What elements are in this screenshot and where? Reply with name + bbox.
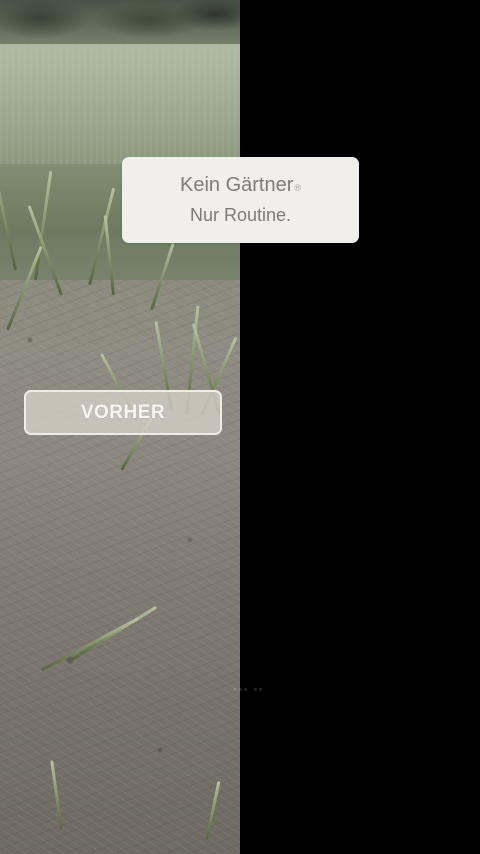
headline-line-1: Kein Gärtner® xyxy=(180,172,301,202)
headline-line-2: Nur Routine. xyxy=(189,205,292,225)
background-lawn xyxy=(0,44,240,164)
before-after-stage: Kein Gärtner® Nur Routine. VORHER ▪▪▪ ▪▪ xyxy=(0,0,480,854)
before-label: VORHER xyxy=(24,390,222,435)
registered-mark: ® xyxy=(294,183,302,193)
watermark: ▪▪▪ ▪▪ xyxy=(233,682,264,696)
grass-blade xyxy=(0,152,17,271)
background-trees xyxy=(0,0,240,46)
headline-card: Kein Gärtner® Nur Routine. xyxy=(122,157,359,243)
headline-text: Kein Gärtner xyxy=(179,174,294,196)
